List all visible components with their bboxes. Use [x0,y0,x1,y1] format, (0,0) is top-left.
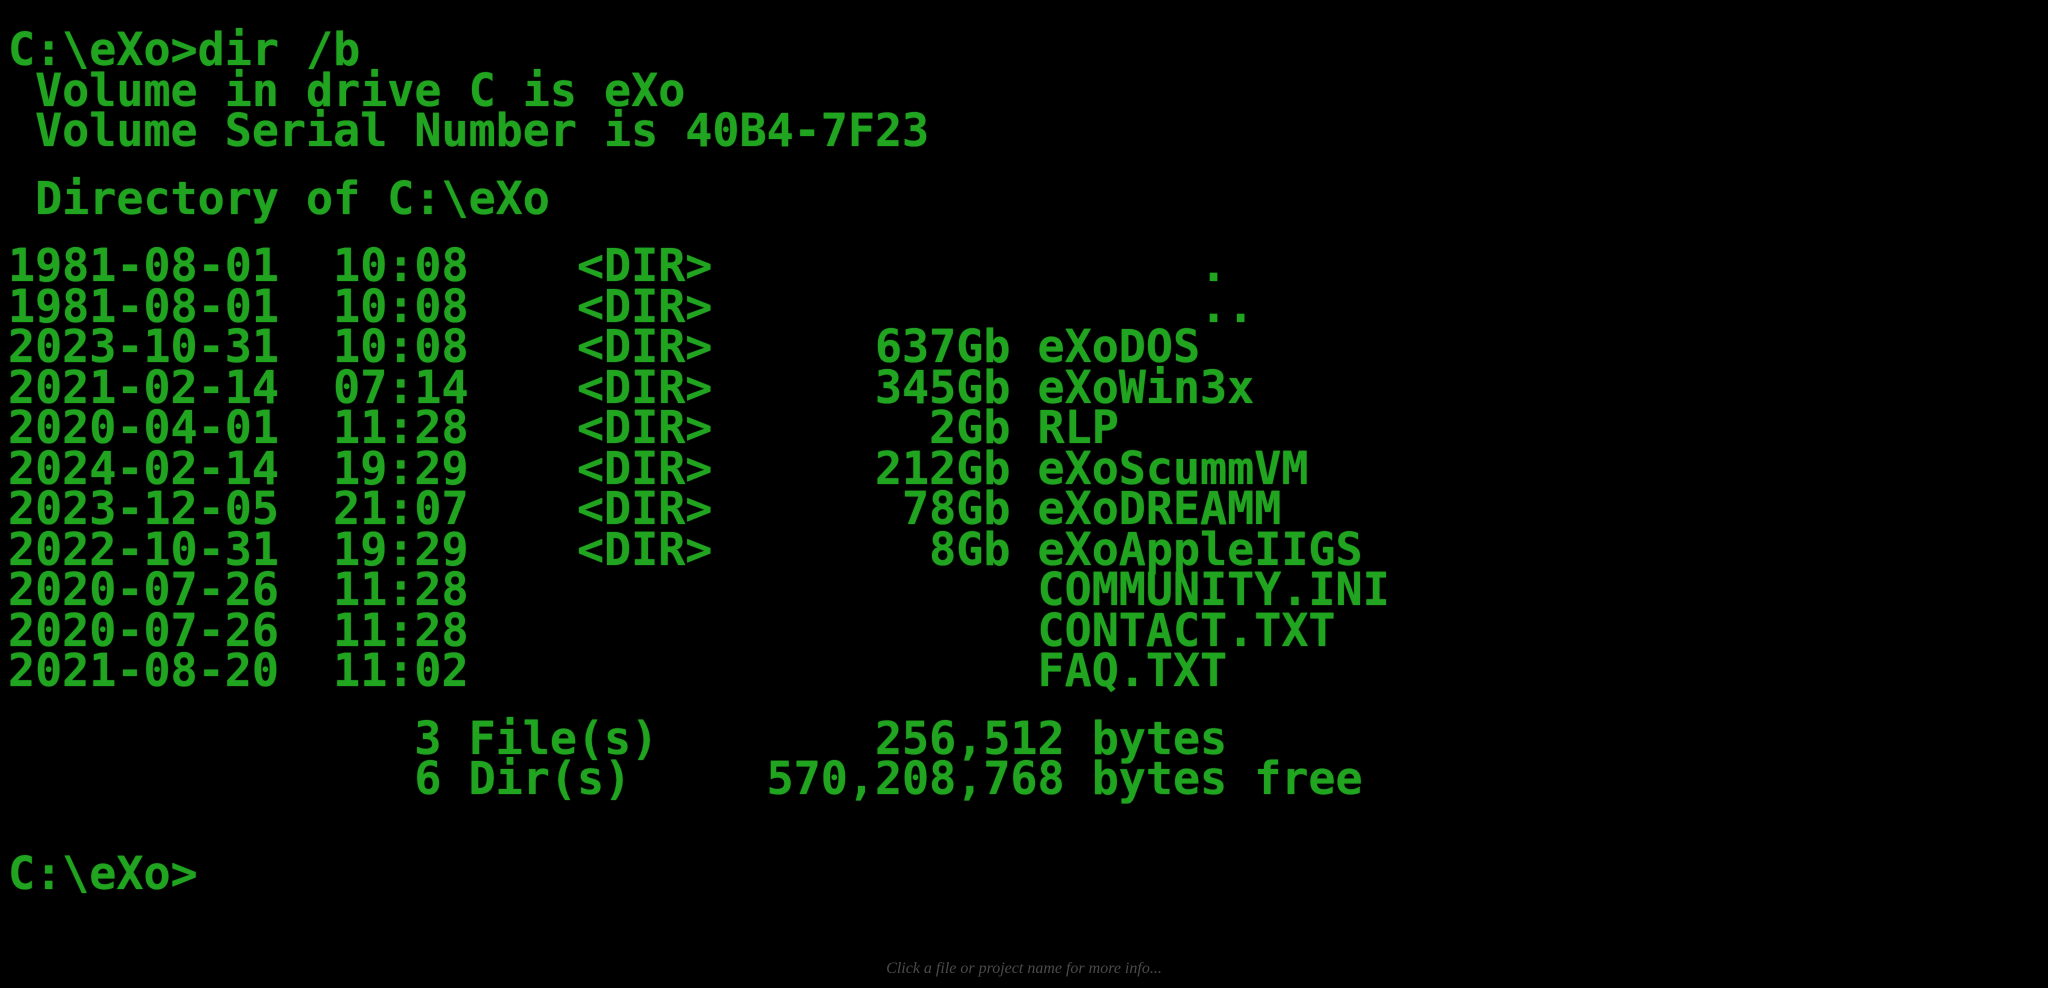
dos-terminal-screen: C:\eXo>dir /b Volume in drive C is eXo V… [0,0,2048,988]
final-prompt-line[interactable]: C:\eXo> [8,851,2040,895]
footer-hint-text: Click a file or project name for more in… [886,960,1162,977]
dir-count-summary: 6 Dir(s) 570,208,768 bytes free [8,752,1363,805]
directory-of-line: Directory of C:\eXo [8,171,550,225]
file-entry-faq-txt[interactable]: 2021-08-20 11:02 FAQ.TXT [8,648,2040,692]
volume-serial-line: Volume Serial Number is 40B4-7F23 [8,104,930,157]
terminal-output: C:\eXo>dir /b Volume in drive C is eXo V… [8,27,2040,895]
